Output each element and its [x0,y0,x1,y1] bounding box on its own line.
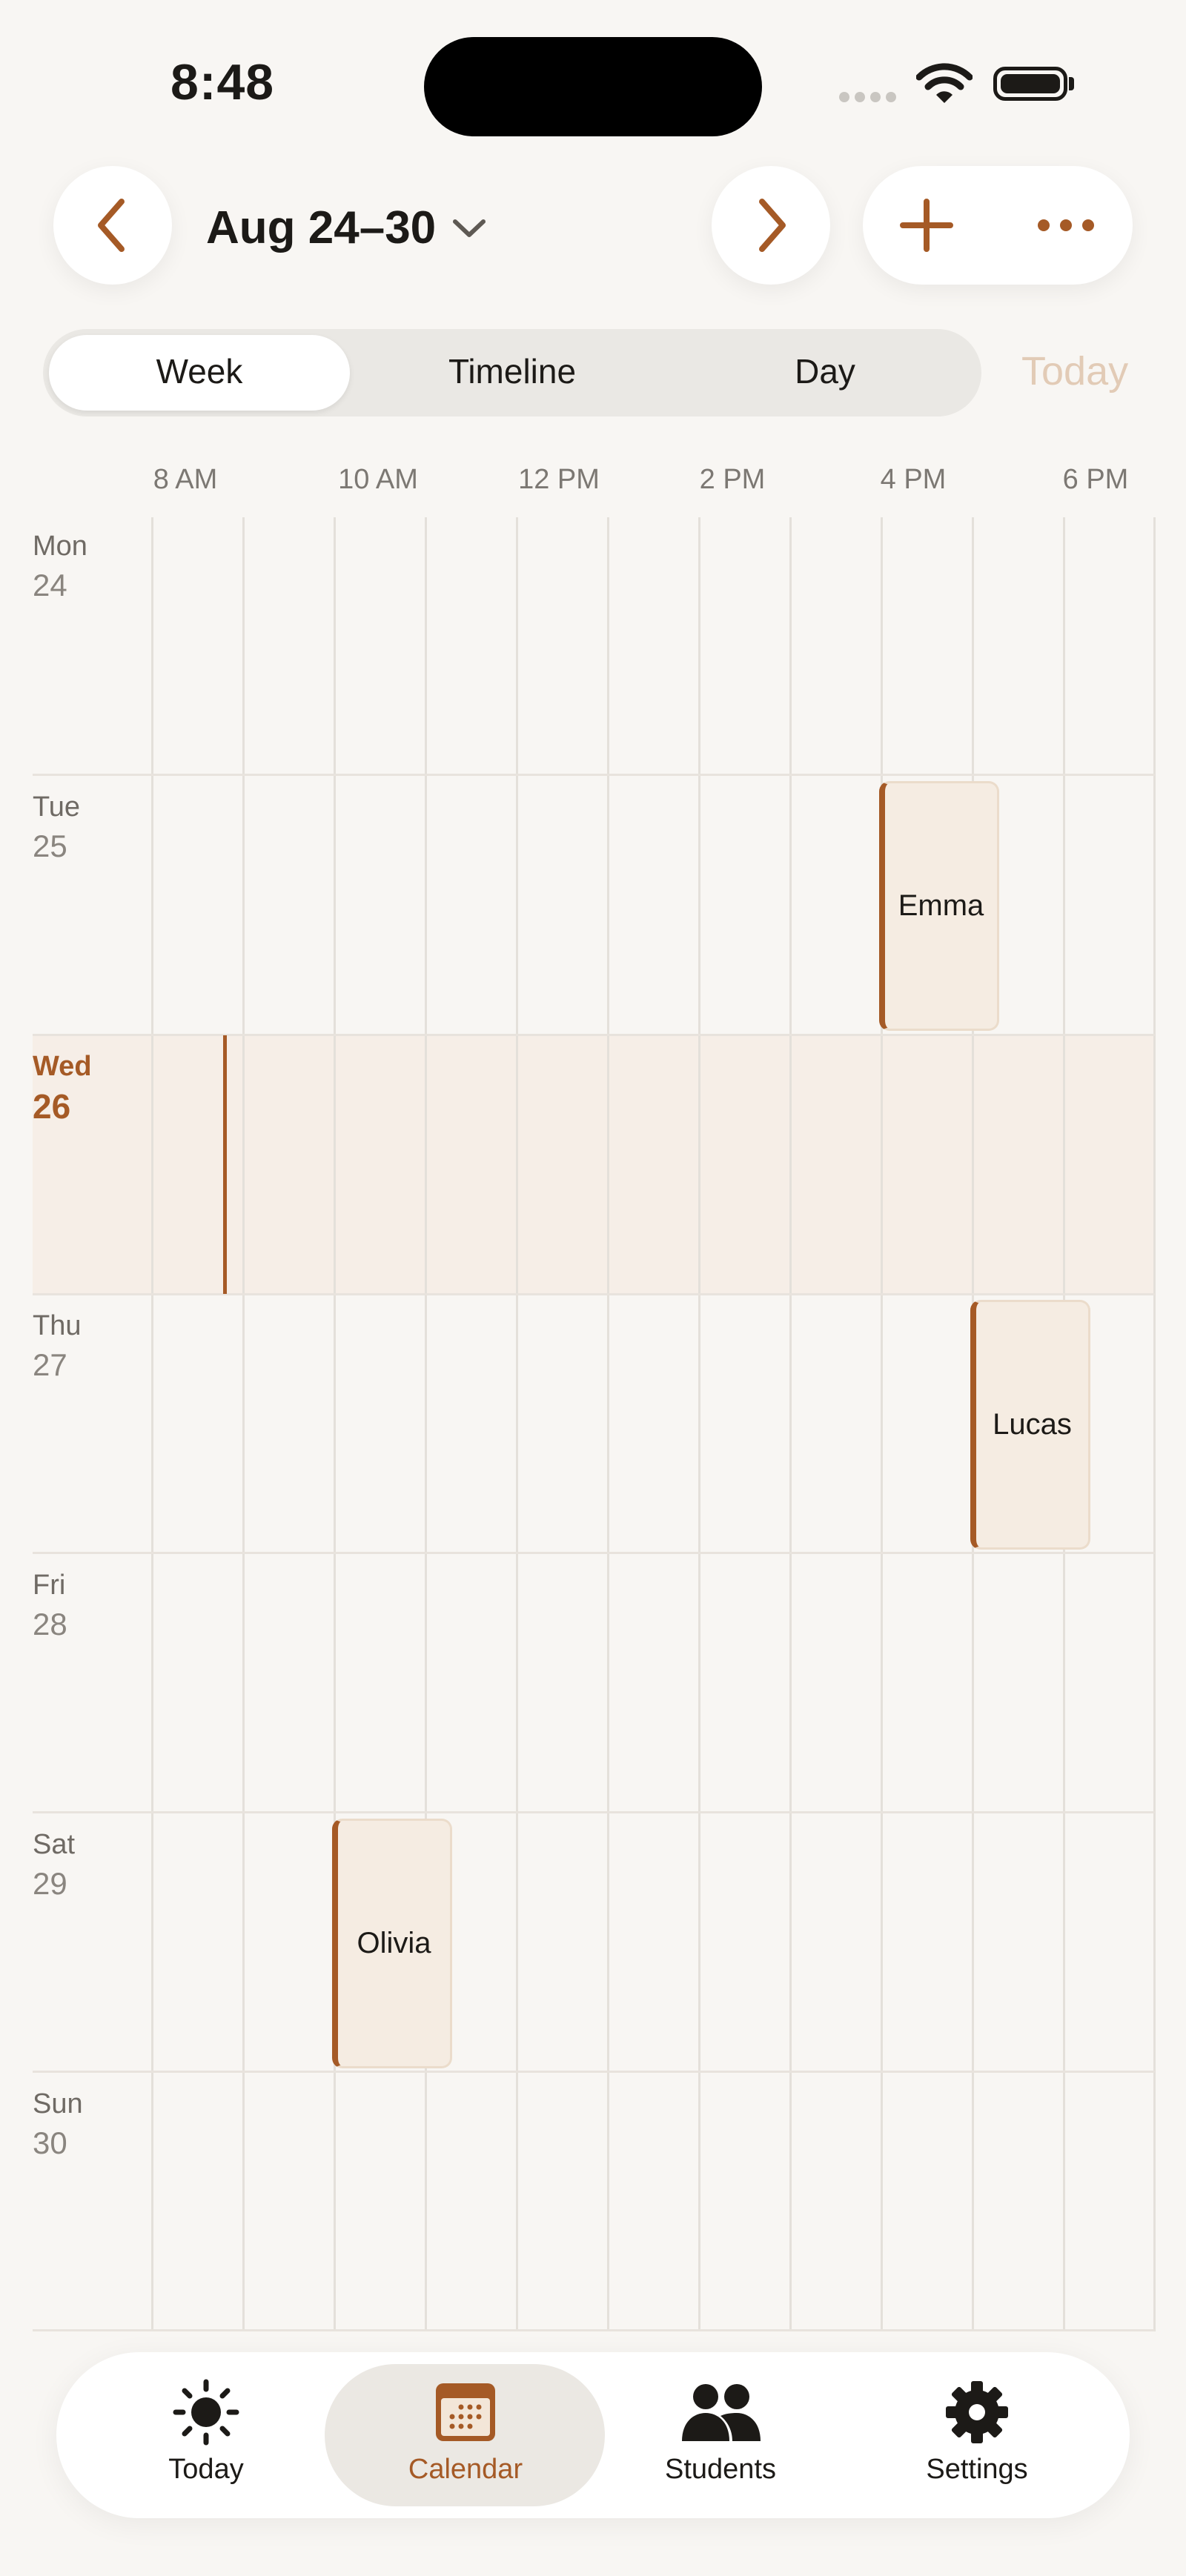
date-range-picker[interactable]: Aug 24–30 [206,202,486,254]
grid-line [516,517,518,2331]
grid-line [1153,517,1156,2331]
tab-label: Settings [926,2454,1028,2485]
tab-label: Students [665,2454,776,2485]
hour-label-12pm: 12 PM [518,464,600,495]
wifi-icon [915,62,973,109]
people-icon [682,2384,761,2441]
battery-tip [1069,77,1074,90]
day-name-fri: Fri [33,1570,66,1601]
today-row-highlight [33,1035,1155,1294]
event-lucas[interactable]: Lucas [970,1300,1090,1550]
day-name-tue: Tue [33,791,81,823]
tab-label: Today [168,2454,244,2485]
hour-label-2pm: 2 PM [699,464,766,495]
event-title: Olivia [357,1927,431,1959]
tab-label: Calendar [408,2454,523,2485]
row-divider [33,1034,1155,1036]
grid-line [789,517,792,2331]
event-olivia[interactable]: Olivia [332,1819,452,2068]
day-number-25: 25 [33,829,67,863]
chevron-left-icon [98,199,125,252]
sun-icon [173,2379,239,2446]
today-button[interactable]: Today [1021,348,1128,394]
tab-settings[interactable]: Settings [873,2379,1081,2486]
day-name-sun: Sun [33,2088,83,2119]
dynamic-island [424,37,762,136]
previous-week-button[interactable] [53,166,172,285]
day-name-thu: Thu [33,1310,82,1341]
day-name-wed: Wed [33,1051,92,1082]
tab-calendar[interactable]: Calendar [362,2379,569,2486]
day-number-29: 29 [33,1866,67,1901]
chevron-down-icon [453,219,486,237]
day-number-30: 30 [33,2125,67,2160]
event-title: Lucas [993,1408,1072,1441]
row-divider [33,2071,1155,2073]
tab-students[interactable]: Students [617,2379,824,2486]
segment-day[interactable]: Day [675,351,975,391]
cellular-signal-icon [839,92,901,106]
day-number-28: 28 [33,1607,67,1641]
current-time-indicator [223,1035,227,1294]
actions-pill [863,166,1133,285]
hour-label-6pm: 6 PM [1062,464,1129,495]
hour-label-8am: 8 AM [153,464,218,495]
chevron-right-icon [759,199,786,252]
event-title: Emma [898,889,984,922]
hour-label-10am: 10 AM [338,464,418,495]
grid-line [242,517,245,2331]
date-range-label: Aug 24–30 [206,202,437,253]
ellipsis-icon[interactable] [1036,218,1096,233]
grid-line [607,517,609,2331]
row-divider [33,774,1155,776]
segment-timeline[interactable]: Timeline [362,351,663,391]
next-week-button[interactable] [712,166,830,285]
row-divider [33,1293,1155,1295]
status-time: 8:48 [170,54,275,110]
event-emma[interactable]: Emma [879,781,999,1031]
plus-icon[interactable] [898,197,955,253]
gear-icon [946,2381,1008,2443]
battery-icon [993,67,1067,101]
day-number-27: 27 [33,1347,67,1382]
calendar-icon [436,2383,495,2441]
grid-line [698,517,700,2331]
row-divider [33,2329,1155,2331]
hour-label-4pm: 4 PM [880,464,947,495]
day-name-mon: Mon [33,531,87,562]
day-number-24: 24 [33,568,67,602]
row-divider [33,1552,1155,1554]
grid-line [151,517,153,2331]
segment-week[interactable]: Week [49,351,350,391]
day-name-sat: Sat [33,1829,76,1860]
day-number-26: 26 [33,1087,71,1126]
tab-today[interactable]: Today [102,2379,310,2486]
row-divider [33,1811,1155,1813]
